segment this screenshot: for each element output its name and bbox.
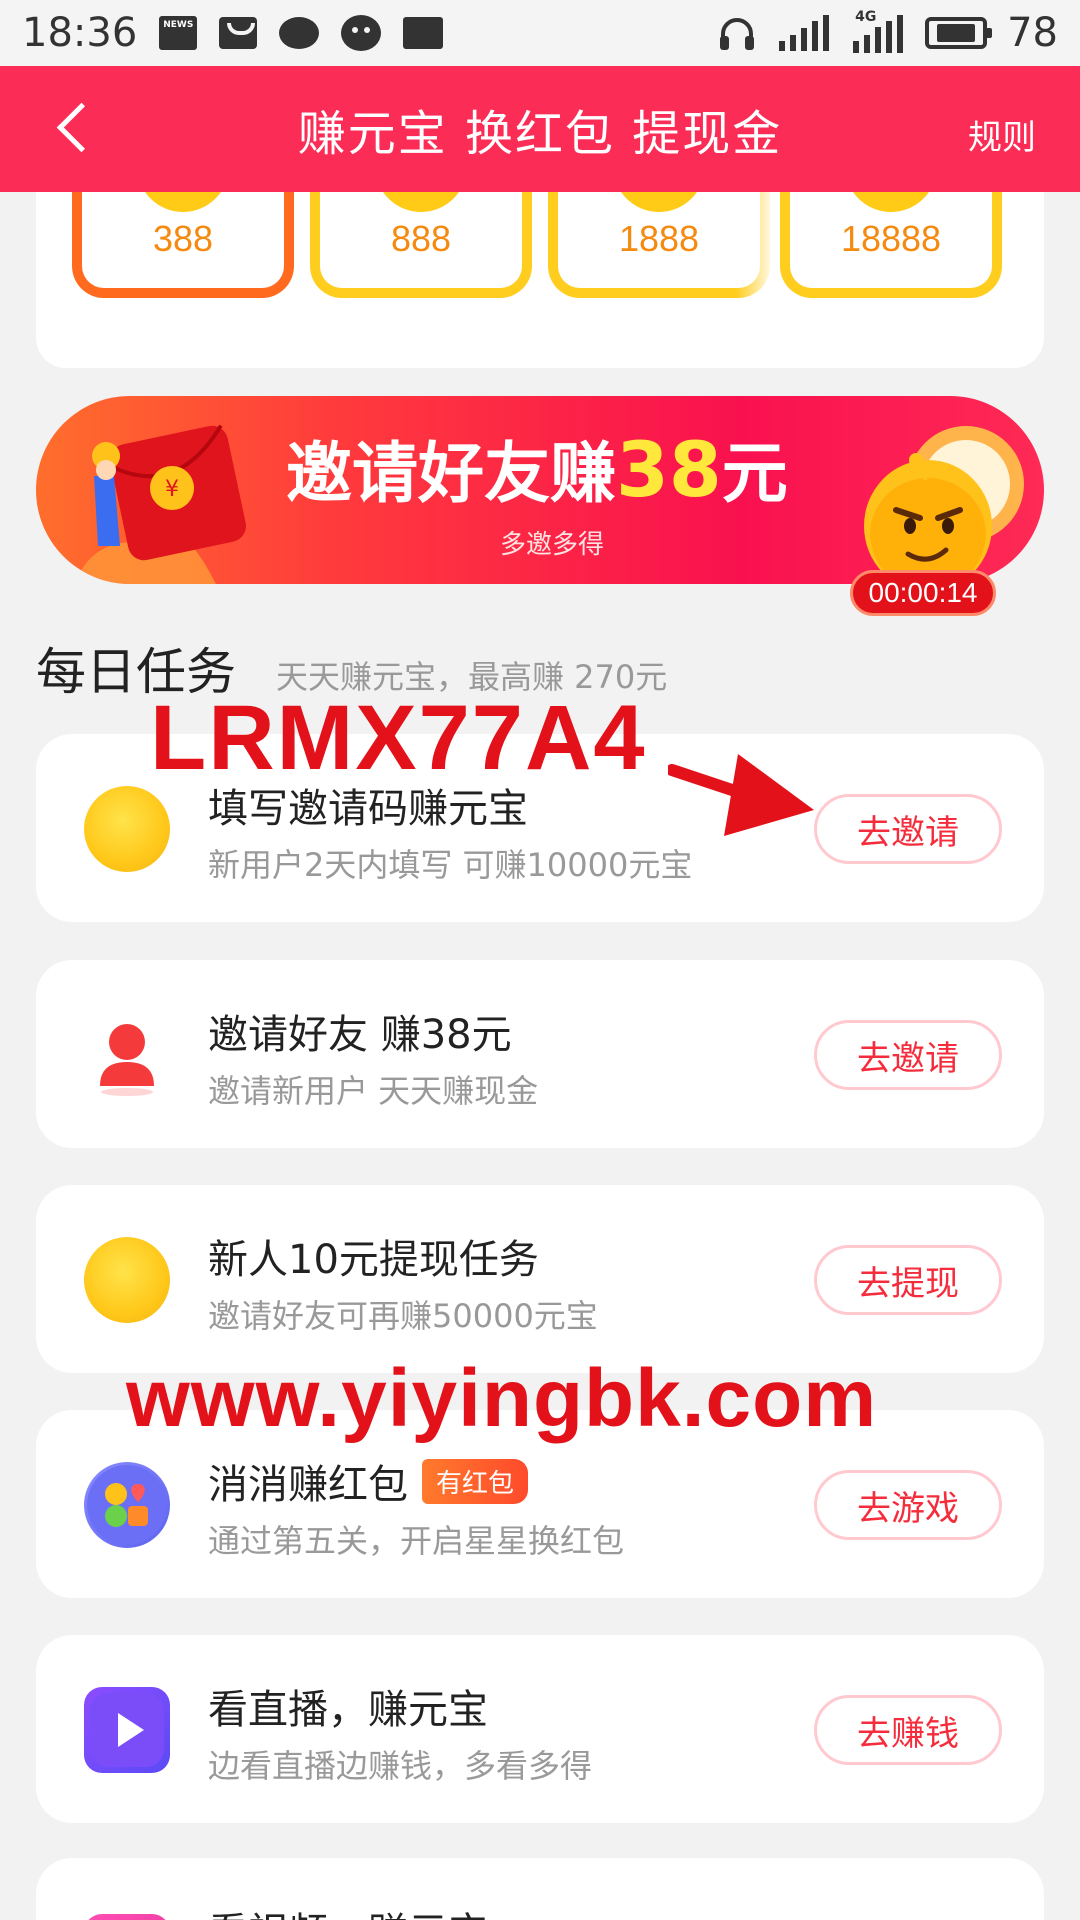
invite-friends-banner[interactable]: ¥ 邀请好友赚38元 多邀多得 <box>36 396 1044 584</box>
task-title-text: 消消赚红包 <box>208 1462 408 1508</box>
news-icon: NEWS <box>159 16 198 50</box>
headline-number: 38 <box>616 425 722 514</box>
arrow-right-icon <box>668 754 814 836</box>
task-title: 邀请好友 赚38元 <box>208 1002 512 1060</box>
task-card-newbie-withdraw: 新人10元提现任务 邀请好友可再赚50000元宝 去提现 <box>36 1185 1044 1373</box>
red-envelope-icon: ¥ <box>76 424 246 584</box>
svg-text:¥: ¥ <box>165 477 179 502</box>
task-desc: 通过第五关，开启星星换红包 <box>208 1522 625 1560</box>
tier-option-888[interactable]: 888 <box>310 192 532 298</box>
coin-icon <box>613 192 705 212</box>
back-arrow-icon[interactable] <box>50 102 100 156</box>
rules-link[interactable]: 规则 <box>968 110 1036 159</box>
messenger-icon <box>341 15 382 51</box>
headline-suffix: 元 <box>721 435 788 512</box>
chat-icon <box>279 17 320 49</box>
task-desc: 边看直播边赚钱，多看多得 <box>208 1747 593 1785</box>
task-desc: 新用户2天内填写 可赚10000元宝 <box>208 846 693 884</box>
invite-code-watermark: LRMX77A4 <box>150 687 647 789</box>
status-bar: 18:36 NEWS 4G 78 <box>0 0 1080 66</box>
task-title-text: 邀请好友 赚38元 <box>208 1012 512 1058</box>
tier-amount: 18888 <box>840 218 942 259</box>
mascot-face-icon <box>864 426 1024 584</box>
tier-amount: 888 <box>390 218 452 259</box>
task-title-text: 看视频，赚元宝 <box>208 1900 488 1920</box>
task-desc: 邀请好友可再赚50000元宝 <box>208 1297 598 1335</box>
task-desc: 邀请新用户 天天赚现金 <box>208 1072 539 1110</box>
task-card-invite-friends: 邀请好友 赚38元 邀请新用户 天天赚现金 去邀请 <box>36 960 1044 1148</box>
earn-money-button[interactable]: 去赚钱 <box>814 1695 1002 1765</box>
tier-amount: 1888 <box>618 218 700 259</box>
mail-icon <box>219 17 258 49</box>
task-title-text: 看直播，赚元宝 <box>208 1687 488 1733</box>
task-title: 看直播，赚元宝 <box>208 1677 488 1735</box>
ingot-coin-icon <box>84 786 170 872</box>
tier-option-18888[interactable]: 18888 <box>780 192 1002 298</box>
battery-level: 78 <box>1007 10 1058 56</box>
person-icon <box>100 1024 154 1096</box>
invite-button[interactable]: 去邀请 <box>814 794 1002 864</box>
red-packet-badge: 有红包 <box>422 1458 529 1504</box>
page-header: 赚元宝 换红包 提现金 规则 <box>0 66 1080 192</box>
tier-amount: 388 <box>152 218 214 259</box>
battery-icon <box>925 17 993 49</box>
website-watermark: www.yiyingbk.com <box>126 1353 878 1444</box>
tier-option-388[interactable]: 388 <box>72 192 294 298</box>
task-title: 看视频，赚元宝 <box>208 1900 488 1920</box>
signal-icon <box>779 15 830 51</box>
coin-icon <box>845 192 937 212</box>
task-title: 新人10元提现任务 <box>208 1227 539 1285</box>
coin-icon <box>137 192 229 212</box>
sim-card-icon <box>403 17 444 49</box>
play-icon <box>84 1687 170 1773</box>
clock: 18:36 <box>22 10 138 56</box>
banner-headline: 邀请好友赚38元 <box>286 420 788 516</box>
task-card-watch-video: 看视频，赚元宝 <box>36 1858 1044 1920</box>
video-icon <box>84 1914 170 1920</box>
scroll-fade <box>736 192 776 322</box>
countdown-timer: 00:00:14 <box>850 570 996 616</box>
headphones-icon <box>720 18 755 50</box>
play-game-button[interactable]: 去游戏 <box>814 1470 1002 1540</box>
invite-button[interactable]: 去邀请 <box>814 1020 1002 1090</box>
headline-prefix: 邀请好友赚 <box>286 435 616 512</box>
page-title: 赚元宝 换红包 提现金 <box>297 106 783 162</box>
coin-icon <box>375 192 467 212</box>
withdraw-button[interactable]: 去提现 <box>814 1245 1002 1315</box>
ingot-coin-icon <box>84 1237 170 1323</box>
task-title: 消消赚红包 有红包 <box>208 1452 529 1510</box>
task-card-watch-live: 看直播，赚元宝 边看直播边赚钱，多看多得 去赚钱 <box>36 1635 1044 1823</box>
reward-tier-card: 388 888 1888 18888 <box>36 192 1044 368</box>
game-icon <box>84 1462 170 1548</box>
network-4g-icon: 4G <box>849 9 905 53</box>
task-title-text: 新人10元提现任务 <box>208 1237 539 1283</box>
banner-subtitle: 多邀多得 <box>500 530 605 560</box>
